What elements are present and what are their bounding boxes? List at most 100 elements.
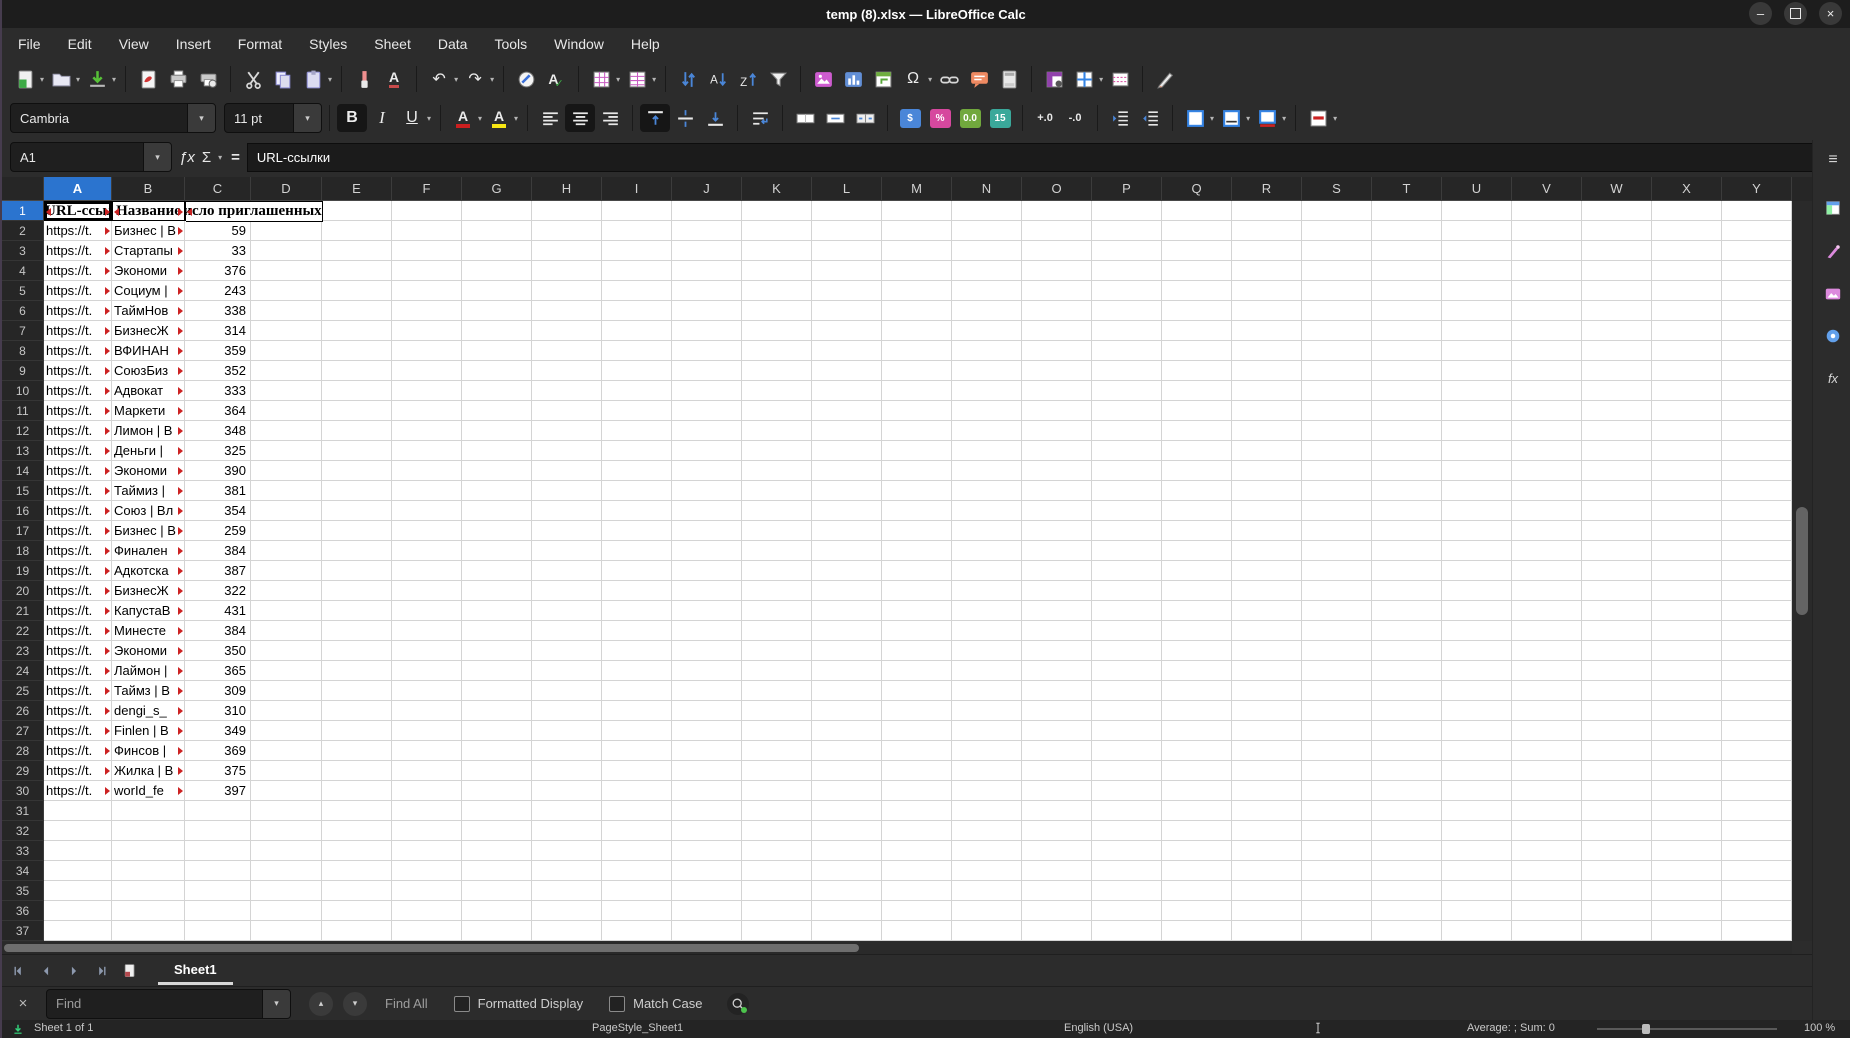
cell-H37[interactable] — [532, 921, 602, 941]
new-document-dropdown[interactable]: ▾ — [40, 75, 44, 84]
cell-H13[interactable] — [532, 441, 602, 461]
cell-J1[interactable] — [672, 201, 742, 221]
cell-Y18[interactable] — [1722, 541, 1792, 561]
cell-W17[interactable] — [1582, 521, 1652, 541]
row-header-30[interactable]: 30 — [2, 781, 44, 801]
cell-E29[interactable] — [322, 761, 392, 781]
cell-F5[interactable] — [392, 281, 462, 301]
merge-cells-button[interactable] — [790, 104, 820, 132]
cell-D30[interactable] — [251, 781, 322, 801]
cell-V3[interactable] — [1512, 241, 1582, 261]
cell-L17[interactable] — [812, 521, 882, 541]
cell-E21[interactable] — [322, 601, 392, 621]
cell-D10[interactable] — [251, 381, 322, 401]
cell-C17[interactable]: 259 — [185, 521, 251, 541]
cell-T12[interactable] — [1372, 421, 1442, 441]
cell-R10[interactable] — [1232, 381, 1302, 401]
cell-V33[interactable] — [1512, 841, 1582, 861]
cell-G20[interactable] — [462, 581, 532, 601]
cell-E25[interactable] — [322, 681, 392, 701]
cell-L23[interactable] — [812, 641, 882, 661]
cut-icon[interactable] — [238, 65, 268, 93]
cell-W1[interactable] — [1582, 201, 1652, 221]
cell-A25[interactable]: https://t. — [44, 681, 112, 701]
cell-Q25[interactable] — [1162, 681, 1232, 701]
cell-L6[interactable] — [812, 301, 882, 321]
cell-O16[interactable] — [1022, 501, 1092, 521]
cell-Q31[interactable] — [1162, 801, 1232, 821]
cell-J37[interactable] — [672, 921, 742, 941]
pivot-table-button[interactable] — [868, 65, 898, 93]
cell-U34[interactable] — [1442, 861, 1512, 881]
cell-C36[interactable] — [185, 901, 251, 921]
cell-W29[interactable] — [1582, 761, 1652, 781]
menu-file[interactable]: File — [18, 36, 41, 52]
cell-W36[interactable] — [1582, 901, 1652, 921]
cell-U7[interactable] — [1442, 321, 1512, 341]
find-all-button[interactable]: Find All — [385, 996, 428, 1011]
cell-W32[interactable] — [1582, 821, 1652, 841]
undo-dropdown[interactable]: ▾ — [454, 75, 458, 84]
cell-X25[interactable] — [1652, 681, 1722, 701]
cell-V35[interactable] — [1512, 881, 1582, 901]
cell-I14[interactable] — [602, 461, 672, 481]
cell-U10[interactable] — [1442, 381, 1512, 401]
cell-E20[interactable] — [322, 581, 392, 601]
cell-J32[interactable] — [672, 821, 742, 841]
sort-ascending-button[interactable]: A — [703, 65, 733, 93]
cell-C4[interactable]: 376 — [185, 261, 251, 281]
cell-F34[interactable] — [392, 861, 462, 881]
cell-L16[interactable] — [812, 501, 882, 521]
cell-D7[interactable] — [251, 321, 322, 341]
page-style[interactable]: PageStyle_Sheet1 — [592, 1022, 683, 1034]
cell-O34[interactable] — [1022, 861, 1092, 881]
cell-F18[interactable] — [392, 541, 462, 561]
cell-E5[interactable] — [322, 281, 392, 301]
cell-Y14[interactable] — [1722, 461, 1792, 481]
cell-Q19[interactable] — [1162, 561, 1232, 581]
cell-O3[interactable] — [1022, 241, 1092, 261]
cell-A20[interactable]: https://t. — [44, 581, 112, 601]
cell-Q26[interactable] — [1162, 701, 1232, 721]
cell-H3[interactable] — [532, 241, 602, 261]
cell-L4[interactable] — [812, 261, 882, 281]
cell-T34[interactable] — [1372, 861, 1442, 881]
borders-button[interactable] — [1180, 104, 1210, 132]
row-header-8[interactable]: 8 — [2, 341, 44, 361]
formatted-display-checkbox[interactable] — [453, 995, 470, 1012]
column-header-n[interactable]: N — [952, 177, 1022, 201]
cell-T4[interactable] — [1372, 261, 1442, 281]
cell-R7[interactable] — [1232, 321, 1302, 341]
cell-Y21[interactable] — [1722, 601, 1792, 621]
cell-K35[interactable] — [742, 881, 812, 901]
cell-B24[interactable]: Лаймон | — [112, 661, 185, 681]
row-header-26[interactable]: 26 — [2, 701, 44, 721]
cell-C20[interactable]: 322 — [185, 581, 251, 601]
cell-J6[interactable] — [672, 301, 742, 321]
split-window-button[interactable] — [1069, 65, 1099, 93]
cell-C16[interactable]: 354 — [185, 501, 251, 521]
cell-O36[interactable] — [1022, 901, 1092, 921]
cell-B29[interactable]: Жилка | В — [112, 761, 185, 781]
cell-V17[interactable] — [1512, 521, 1582, 541]
menu-format[interactable]: Format — [238, 36, 282, 52]
cell-E2[interactable] — [322, 221, 392, 241]
cell-I37[interactable] — [602, 921, 672, 941]
cell-X27[interactable] — [1652, 721, 1722, 741]
cell-Q15[interactable] — [1162, 481, 1232, 501]
cell-I29[interactable] — [602, 761, 672, 781]
cell-U13[interactable] — [1442, 441, 1512, 461]
cell-Q18[interactable] — [1162, 541, 1232, 561]
cell-P27[interactable] — [1092, 721, 1162, 741]
zoom-level[interactable]: 100 % — [1804, 1022, 1835, 1034]
cell-E35[interactable] — [322, 881, 392, 901]
cell-M35[interactable] — [882, 881, 952, 901]
cell-S28[interactable] — [1302, 741, 1372, 761]
cell-O9[interactable] — [1022, 361, 1092, 381]
cell-F27[interactable] — [392, 721, 462, 741]
insert-chart-button[interactable] — [838, 65, 868, 93]
cell-J21[interactable] — [672, 601, 742, 621]
cell-K23[interactable] — [742, 641, 812, 661]
cell-V2[interactable] — [1512, 221, 1582, 241]
cell-E34[interactable] — [322, 861, 392, 881]
